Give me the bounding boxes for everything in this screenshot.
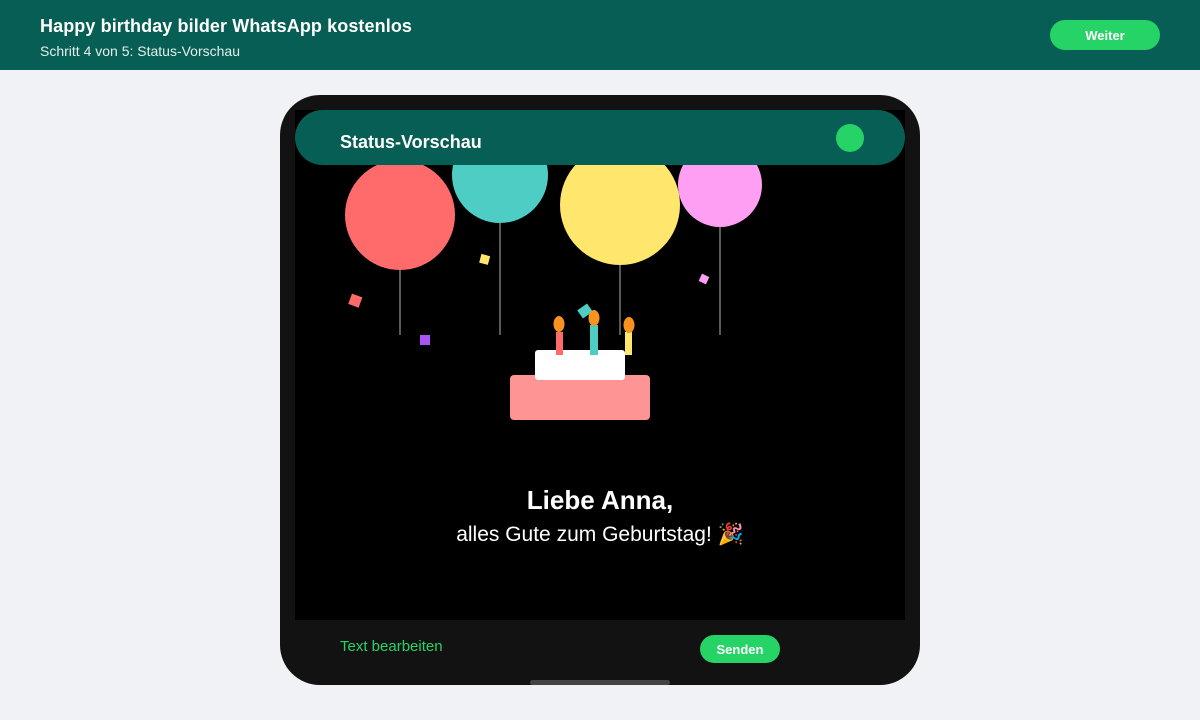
candle-flame <box>588 310 600 326</box>
bottom-action-bar: Text bearbeiten Senden <box>295 620 905 670</box>
status-preview-title: Status-Vorschau <box>340 132 482 152</box>
status-dot-icon <box>836 124 864 152</box>
top-bar: Happy birthday bilder WhatsApp kostenlos… <box>0 0 1200 70</box>
candle <box>590 325 598 355</box>
greeting-message: alles Gute zum Geburtstag! 🎉 <box>456 523 744 546</box>
confetti <box>420 335 430 345</box>
cake-top-tier <box>535 350 625 380</box>
candle <box>556 332 563 355</box>
phone-frame: Status-Vorschau Liebe Anna, alles Gute z… <box>280 95 920 685</box>
confetti <box>698 273 710 285</box>
page-title: Happy birthday bilder WhatsApp kostenlos <box>40 16 413 36</box>
confetti <box>479 253 491 265</box>
cake-bottom-tier <box>510 375 650 420</box>
confetti <box>348 293 363 308</box>
candle <box>625 332 632 355</box>
status-preview-header: Status-Vorschau <box>295 110 905 165</box>
red-balloon <box>345 160 455 270</box>
greeting-name: Liebe Anna, <box>526 485 674 515</box>
step-indicator: Schritt 4 von 5: Status-Vorschau <box>40 43 240 59</box>
home-indicator <box>530 680 670 685</box>
candle-flame <box>553 316 565 332</box>
send-button[interactable]: Senden <box>700 635 780 663</box>
edit-text-link[interactable]: Text bearbeiten <box>340 638 443 655</box>
next-button[interactable]: Weiter <box>1050 20 1160 50</box>
candle-flame <box>623 317 635 333</box>
